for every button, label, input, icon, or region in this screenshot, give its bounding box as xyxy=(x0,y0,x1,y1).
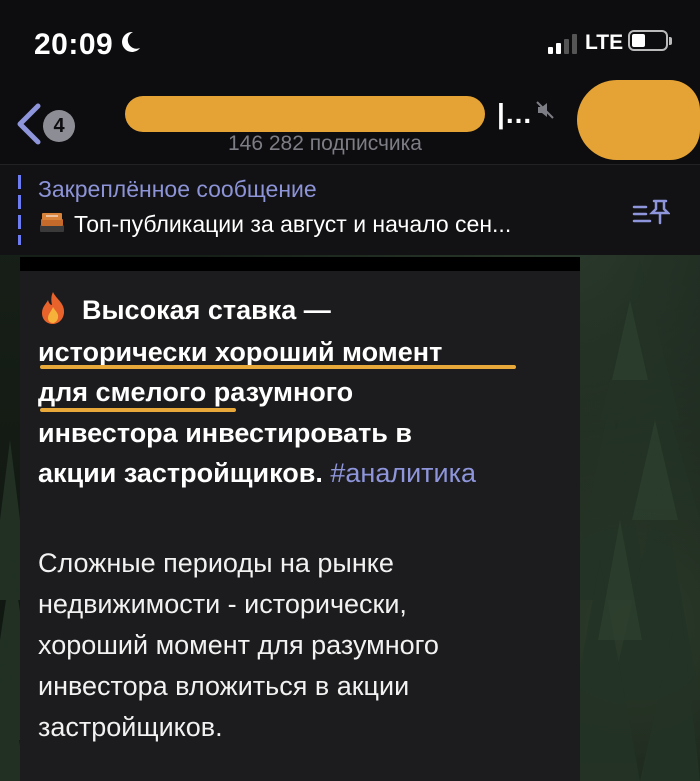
body-line-1: Сложные периоды на рынке xyxy=(38,548,394,578)
pinned-preview: Топ-публикации за август и начало сен... xyxy=(38,211,511,238)
body-line-2: недвижимости - исторически, xyxy=(38,589,407,619)
headline-line-1: Высокая ставка — xyxy=(38,291,331,326)
back-chevron-icon[interactable] xyxy=(14,102,42,146)
headline-line-4: инвестора инвестировать в xyxy=(38,418,413,448)
channel-title-tail: |... xyxy=(497,98,533,129)
hashtag-link[interactable]: #аналитика xyxy=(330,458,476,488)
pinned-label: Закреплённое сообщение xyxy=(38,176,317,202)
battery-icon xyxy=(628,30,672,51)
body-line-3: хороший момент для разумного xyxy=(38,630,439,660)
highlight-underline-2 xyxy=(40,408,236,412)
network-type: LTE xyxy=(585,31,624,54)
pinned-text: Топ-публикации за август и начало сен... xyxy=(74,211,512,237)
pinned-list-icon[interactable] xyxy=(632,197,670,227)
signal-strength-icon xyxy=(548,32,577,54)
channel-title-redacted[interactable] xyxy=(125,96,485,132)
moon-icon xyxy=(122,31,140,52)
body-line-4: инвестора вложиться в акции xyxy=(38,671,410,701)
headline-line-2: исторически хороший момент xyxy=(38,337,443,367)
message-bubble[interactable]: Высокая ставка — исторически хороший мом… xyxy=(20,271,580,781)
mute-icon xyxy=(536,101,554,119)
fire-emoji-icon xyxy=(42,292,65,324)
body-line-5: застройщиков. xyxy=(38,712,223,742)
status-time: 20:09 xyxy=(34,28,114,61)
headline-line-5: акции застройщиков. #аналитика xyxy=(38,458,477,488)
pinned-indicator xyxy=(18,175,21,245)
status-bar: 20:09 LTE xyxy=(0,0,700,88)
channel-avatar-redacted[interactable] xyxy=(577,80,700,160)
pinned-message-bar[interactable]: Закреплённое сообщение Топ-публикации за… xyxy=(0,165,700,255)
books-emoji-icon xyxy=(40,213,64,232)
headline-line-3: для смелого разумного xyxy=(38,377,354,407)
chat-header: 4 |... 146 282 подписчика xyxy=(0,80,700,165)
unread-count-badge[interactable]: 4 xyxy=(43,110,75,142)
subscriber-count: 146 282 подписчика xyxy=(228,132,422,155)
previous-bubble-edge xyxy=(20,257,580,271)
highlight-underline-1 xyxy=(40,365,516,369)
